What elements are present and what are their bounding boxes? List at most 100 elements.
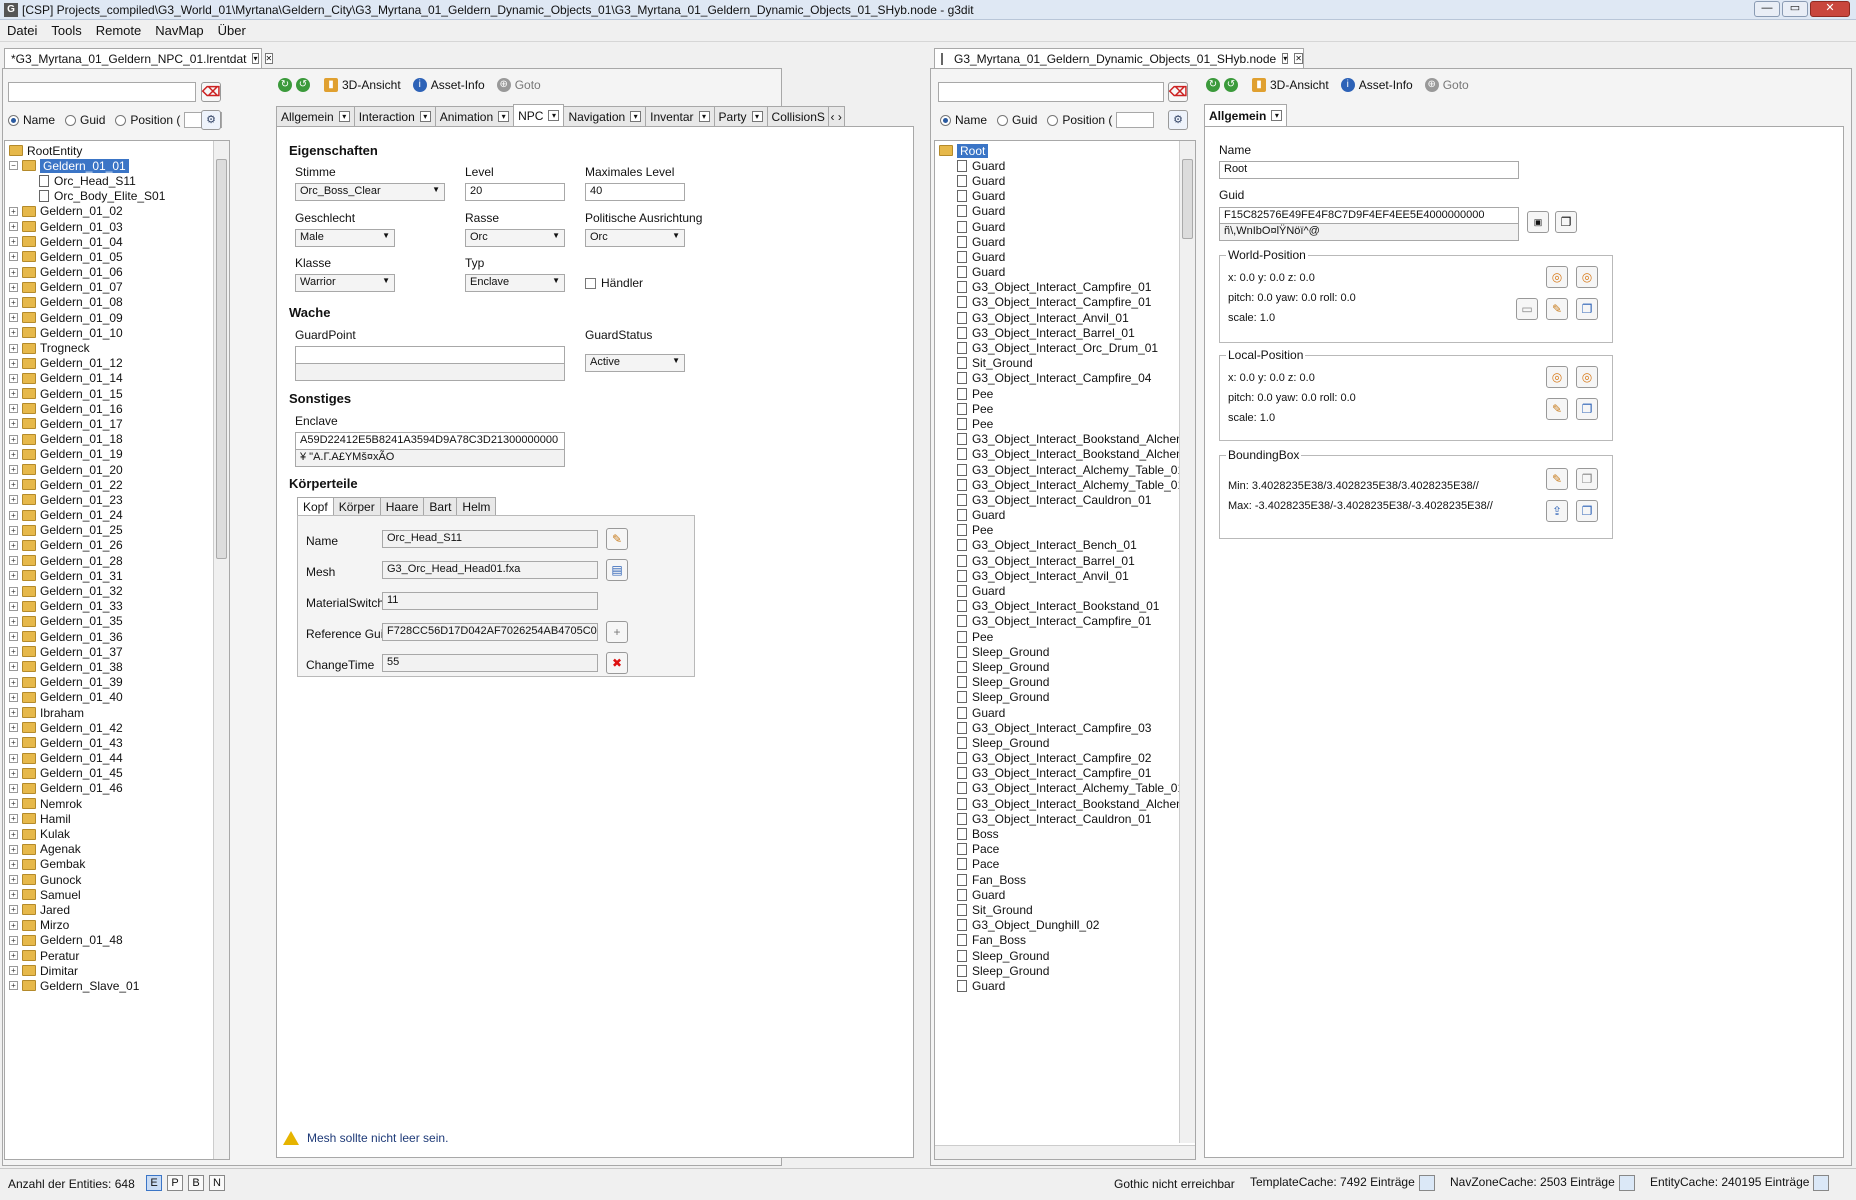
expand-icon[interactable]: + bbox=[9, 586, 18, 596]
klasse-select[interactable]: Warrior ▼ bbox=[295, 274, 395, 292]
expand-icon[interactable]: + bbox=[9, 844, 18, 854]
minimize-button[interactable]: — bbox=[1754, 1, 1780, 17]
expand-icon[interactable]: + bbox=[9, 738, 18, 748]
expand-icon[interactable]: + bbox=[9, 935, 18, 945]
mesh-browse-icon[interactable]: ▤ bbox=[606, 559, 628, 581]
menu-datei[interactable]: Datei bbox=[0, 23, 44, 38]
tree-item[interactable]: Guard bbox=[939, 508, 1195, 523]
filter-n-button[interactable]: N bbox=[209, 1175, 225, 1191]
tab-menu-icon[interactable]: ▾ bbox=[630, 111, 642, 122]
left-radio-name[interactable] bbox=[8, 114, 19, 126]
mesh-input[interactable]: G3_Orc_Head_Head01.fxa bbox=[382, 561, 598, 579]
expand-icon[interactable]: + bbox=[9, 480, 18, 490]
tree-item[interactable]: Guard bbox=[939, 204, 1195, 219]
tree-item[interactable]: + Geldern_01_03 bbox=[9, 219, 229, 234]
tree-item[interactable]: Sleep_Ground bbox=[939, 675, 1195, 690]
tree-item[interactable]: Guard bbox=[939, 249, 1195, 264]
tree-item[interactable]: G3_Object_Interact_Barrel_01 bbox=[939, 325, 1195, 340]
expand-icon[interactable]: + bbox=[9, 905, 18, 915]
bb-export-icon[interactable]: ⇪ bbox=[1546, 500, 1568, 522]
tree-item[interactable]: Guard bbox=[939, 234, 1195, 249]
left-radio-position[interactable] bbox=[115, 114, 127, 126]
goto-button[interactable]: Goto bbox=[515, 78, 541, 92]
tree-item[interactable]: Guard bbox=[939, 265, 1195, 280]
expand-icon[interactable]: + bbox=[9, 662, 18, 672]
tree-item[interactable]: + Geldern_01_20 bbox=[9, 462, 229, 477]
lp-target-alt-icon[interactable]: ◎ bbox=[1576, 366, 1598, 388]
tree-item[interactable]: + Geldern_01_16 bbox=[9, 401, 229, 416]
expand-icon[interactable]: + bbox=[9, 859, 18, 869]
tree-item[interactable]: Sleep_Ground bbox=[939, 963, 1195, 978]
bb-copy-icon[interactable]: ❐ bbox=[1576, 468, 1598, 490]
tree-item[interactable]: + Geldern_01_35 bbox=[9, 614, 229, 629]
tree-item[interactable]: + Agenak bbox=[9, 842, 229, 857]
tree-item[interactable]: G3_Object_Interact_Alchemy_Table_01 bbox=[939, 462, 1195, 477]
expand-icon[interactable]: + bbox=[9, 783, 18, 793]
view3d-button[interactable]: 3D-Ansicht bbox=[342, 78, 401, 92]
expand-icon[interactable]: + bbox=[9, 343, 18, 353]
tree-item[interactable]: + Gembak bbox=[9, 857, 229, 872]
menu-navmap[interactable]: NavMap bbox=[148, 23, 210, 38]
tree-item[interactable]: G3_Object_Interact_Alchemy_Table_01 bbox=[939, 477, 1195, 492]
tree-item[interactable]: + Hamil bbox=[9, 811, 229, 826]
expand-icon[interactable]: + bbox=[9, 328, 18, 338]
rasse-select[interactable]: Orc ▼ bbox=[465, 229, 565, 247]
tree-item[interactable]: + Geldern_01_24 bbox=[9, 508, 229, 523]
tree-item[interactable]: + Mirzo bbox=[9, 918, 229, 933]
tab-party[interactable]: Party ▾ bbox=[713, 106, 768, 126]
tree-item[interactable]: + Geldern_01_36 bbox=[9, 629, 229, 644]
left-radio-guid[interactable] bbox=[65, 114, 77, 126]
menu-ueber[interactable]: Über bbox=[211, 23, 253, 38]
tab-menu-icon[interactable]: ▾ bbox=[419, 111, 431, 122]
node-name-input[interactable]: Root bbox=[1219, 161, 1519, 179]
tab-menu-icon[interactable]: ▾ bbox=[751, 111, 763, 122]
maximize-button[interactable]: ▭ bbox=[1782, 1, 1808, 17]
tree-item[interactable]: Pee bbox=[939, 401, 1195, 416]
typ-select[interactable]: Enclave ▼ bbox=[465, 274, 565, 292]
delete-icon[interactable]: ✖ bbox=[606, 652, 628, 674]
tab-animation[interactable]: Animation ▾ bbox=[434, 106, 515, 126]
menu-tools[interactable]: Tools bbox=[44, 23, 88, 38]
materialswitch-input[interactable]: 11 bbox=[382, 592, 598, 610]
expand-icon[interactable]: + bbox=[9, 951, 18, 961]
tree-item[interactable]: Guard bbox=[939, 978, 1195, 993]
collapse-icon[interactable]: − bbox=[9, 161, 18, 171]
expand-icon[interactable]: + bbox=[9, 419, 18, 429]
tree-item[interactable]: − Geldern_01_01 bbox=[9, 158, 229, 173]
part-name-input[interactable]: Orc_Head_S11 bbox=[382, 530, 598, 548]
entity-cache-icon[interactable] bbox=[1813, 1175, 1830, 1191]
maxlevel-input[interactable]: 40 bbox=[585, 183, 685, 201]
expand-icon[interactable]: + bbox=[9, 753, 18, 763]
wp-view-icon[interactable]: ▭ bbox=[1516, 298, 1538, 320]
tree-item[interactable]: Pace bbox=[939, 857, 1195, 872]
left-search-input[interactable] bbox=[8, 82, 196, 102]
tab-scroll-arrows[interactable]: ‹ › bbox=[827, 106, 845, 126]
tab-close-icon[interactable]: ✕ bbox=[264, 53, 274, 64]
expand-icon[interactable]: + bbox=[9, 647, 18, 657]
right-tree-hscrollbar[interactable] bbox=[935, 1145, 1195, 1159]
subtab-kopf[interactable]: Kopf bbox=[297, 497, 334, 515]
right-radio-guid[interactable] bbox=[997, 114, 1009, 126]
goto-button[interactable]: Goto bbox=[1443, 78, 1469, 92]
tree-item[interactable]: Pee bbox=[939, 523, 1195, 538]
wp-copy-icon[interactable]: ❐ bbox=[1576, 298, 1598, 320]
expand-icon[interactable]: + bbox=[9, 829, 18, 839]
wp-edit-icon[interactable]: ✎ bbox=[1546, 298, 1568, 320]
tree-root[interactable]: Root bbox=[939, 143, 1195, 158]
right-search-input[interactable] bbox=[938, 82, 1164, 102]
tab-menu-icon[interactable]: ▾ bbox=[1282, 53, 1289, 64]
tree-item[interactable]: Guard bbox=[939, 173, 1195, 188]
tab-menu-icon[interactable]: ▾ bbox=[698, 111, 710, 122]
tree-item[interactable]: G3_Object_Interact_Campfire_01 bbox=[939, 614, 1195, 629]
expand-icon[interactable]: + bbox=[9, 966, 18, 976]
expand-icon[interactable]: + bbox=[9, 358, 18, 368]
tab-inventar[interactable]: Inventar ▾ bbox=[645, 106, 715, 126]
subtab-bart[interactable]: Bart bbox=[423, 497, 458, 515]
tree-item[interactable]: Guard bbox=[939, 189, 1195, 204]
bb-edit-icon[interactable]: ✎ bbox=[1546, 468, 1568, 490]
right-radio-name[interactable] bbox=[940, 114, 951, 126]
refresh-icon[interactable]: ↻ bbox=[1206, 78, 1220, 92]
expand-icon[interactable]: + bbox=[9, 206, 18, 216]
tree-item[interactable]: + Dimitar bbox=[9, 963, 229, 978]
tree-item[interactable]: + Geldern_01_38 bbox=[9, 659, 229, 674]
